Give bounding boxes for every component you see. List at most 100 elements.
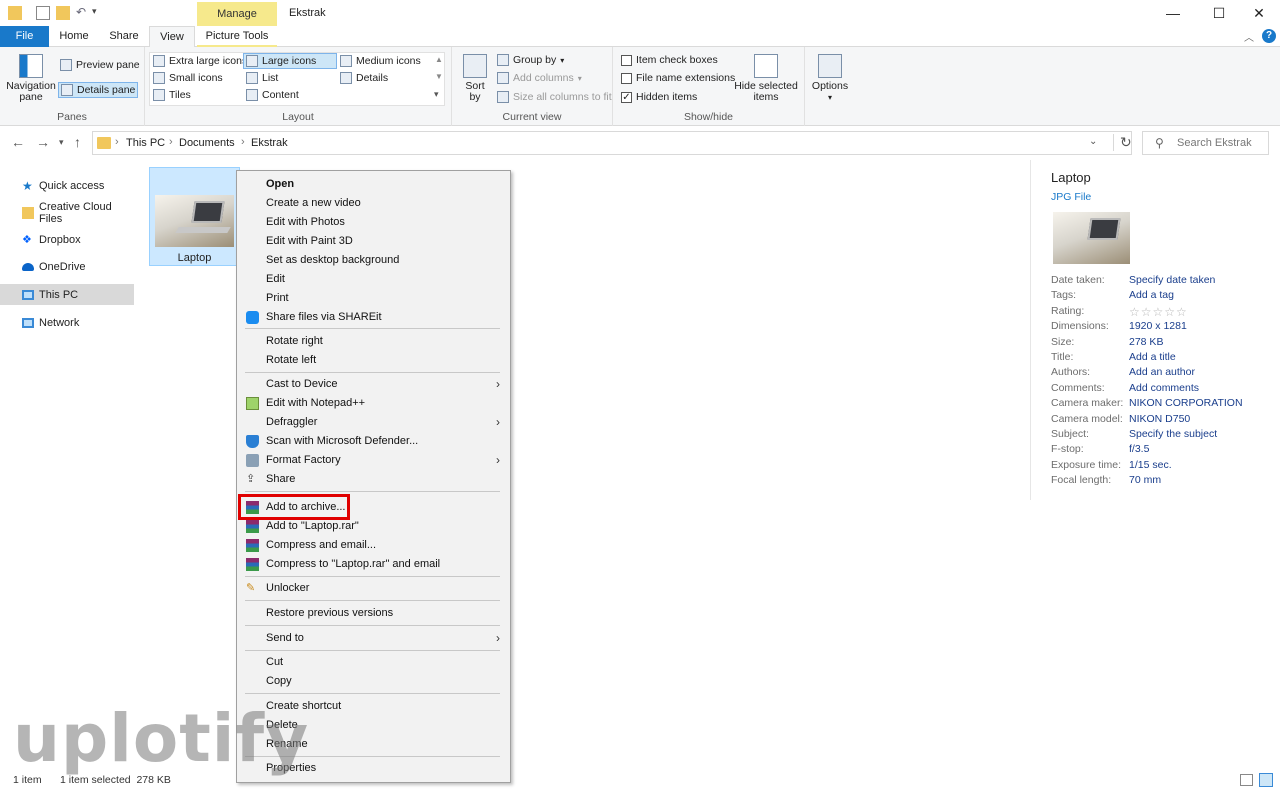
property-value[interactable]: Add a tag [1129, 289, 1174, 301]
layout-details[interactable]: Details [340, 72, 388, 84]
menu-item-compress-email[interactable]: Compress and email... [237, 536, 510, 555]
property-value[interactable]: ☆☆☆☆☆ [1129, 305, 1188, 319]
menu-item-share[interactable]: ⇪ Share [237, 470, 510, 489]
menu-item-send-to[interactable]: Send to › [237, 629, 510, 648]
details-view-icon[interactable] [1240, 774, 1253, 786]
size-columns-button[interactable]: Size all columns to fit [497, 91, 612, 103]
property-value[interactable]: f/3.5 [1129, 443, 1149, 455]
file-name-extensions-toggle[interactable]: File name extensions [621, 72, 735, 84]
property-value[interactable]: NIKON D750 [1129, 413, 1190, 425]
sidebar-item-this-pc[interactable]: This PC [0, 284, 134, 305]
refresh-icon[interactable]: ↻ [1113, 134, 1132, 151]
minimize-button[interactable]: — [1150, 0, 1196, 26]
menu-item-unlocker[interactable]: ✎ Unlocker [237, 579, 510, 598]
menu-item-edit[interactable]: Edit [237, 270, 510, 289]
search-input[interactable]: ⚲ Search Ekstrak [1142, 131, 1269, 155]
up-arrow-icon[interactable]: ↑ [74, 134, 81, 150]
menu-item-shareit[interactable]: Share files via SHAREit [237, 308, 510, 327]
new-folder-icon[interactable] [56, 6, 70, 20]
tab-home[interactable]: Home [52, 26, 96, 47]
tab-file[interactable]: File [0, 26, 49, 47]
undo-icon[interactable]: ↶ [76, 6, 90, 20]
menu-item-create-video[interactable]: Create a new video [237, 194, 510, 213]
menu-item-defender[interactable]: Scan with Microsoft Defender... [237, 432, 510, 451]
property-value[interactable]: Specify the subject [1129, 428, 1217, 440]
close-button[interactable]: ✕ [1236, 0, 1280, 26]
checkbox-unchecked-icon[interactable] [621, 54, 632, 66]
preview-pane-button[interactable]: Preview pane [60, 59, 140, 71]
menu-item-notepadpp[interactable]: Edit with Notepad++ [237, 394, 510, 413]
tab-picture-tools[interactable]: Picture Tools [197, 26, 277, 47]
menu-item-edit-paint3d[interactable]: Edit with Paint 3D [237, 232, 510, 251]
property-value[interactable]: Add an author [1129, 366, 1195, 378]
menu-item-rotate-left[interactable]: Rotate left [237, 351, 510, 370]
property-value[interactable]: Specify date taken [1129, 274, 1215, 286]
layout-scroll-up-icon[interactable]: ▲ [435, 55, 443, 64]
file-tile-laptop[interactable]: Laptop [149, 167, 240, 266]
hide-selected-items-button[interactable]: Hide selected items [734, 54, 798, 103]
back-arrow-icon[interactable]: ← [11, 134, 25, 150]
property-value[interactable]: 278 KB [1129, 336, 1163, 348]
layout-scroll-down-icon[interactable]: ▼ [435, 72, 443, 81]
collapse-ribbon-icon[interactable]: ︿ [1244, 29, 1254, 44]
layout-medium-icons[interactable]: Medium icons [340, 55, 421, 67]
layout-tiles[interactable]: Tiles [153, 89, 191, 101]
details-pane-button[interactable]: Details pane [58, 82, 139, 98]
breadcrumb-documents[interactable]: Documents [179, 137, 235, 149]
sidebar-item-quick-access[interactable]: ★ Quick access [0, 175, 134, 196]
menu-item-print[interactable]: Print [237, 289, 510, 308]
property-value[interactable]: 1/15 sec. [1129, 459, 1172, 471]
menu-item-label: Restore previous versions [266, 607, 394, 619]
property-value[interactable]: Add comments [1129, 382, 1199, 394]
menu-item-copy[interactable]: Copy [237, 672, 510, 691]
layout-small-icons[interactable]: Small icons [153, 72, 223, 84]
address-bar[interactable]: › This PC › Documents › Ekstrak ⌄ ↻ [92, 131, 1132, 155]
checkbox-unchecked-icon[interactable] [621, 72, 632, 84]
sort-by-button[interactable]: Sort by [460, 54, 490, 103]
sidebar-item-dropbox[interactable]: ❖ Dropbox [0, 229, 134, 250]
options-button[interactable]: Options ▾ [808, 54, 852, 103]
tab-share[interactable]: Share [102, 26, 146, 47]
menu-item-defraggler[interactable]: Defraggler › [237, 413, 510, 432]
menu-item-edit-photos[interactable]: Edit with Photos [237, 213, 510, 232]
manage-tab[interactable]: Manage [197, 2, 277, 26]
menu-item-restore-versions[interactable]: Restore previous versions [237, 604, 510, 623]
property-value[interactable]: Add a title [1129, 351, 1176, 363]
property-value[interactable]: NIKON CORPORATION [1129, 397, 1243, 409]
layout-expand-icon[interactable]: ▾ [434, 89, 439, 100]
recent-locations-icon[interactable]: ▾ [59, 137, 64, 148]
sidebar-item-network[interactable]: Network [0, 312, 134, 333]
group-by-button[interactable]: Group by ▾ [497, 54, 564, 66]
sidebar-item-onedrive[interactable]: OneDrive [0, 256, 134, 277]
breadcrumb-this-pc[interactable]: This PC [126, 137, 165, 149]
menu-item-rotate-right[interactable]: Rotate right [237, 332, 510, 351]
properties-icon[interactable] [36, 6, 50, 20]
menu-item-open[interactable]: Open [237, 175, 510, 194]
menu-item-compress-rar-email[interactable]: Compress to "Laptop.rar" and email [237, 555, 510, 574]
menu-item-cut[interactable]: Cut [237, 653, 510, 672]
help-icon[interactable]: ? [1262, 29, 1276, 43]
menu-item-format-factory[interactable]: Format Factory › [237, 451, 510, 470]
customize-toolbar-icon[interactable]: ▾ [92, 6, 106, 20]
add-columns-button[interactable]: Add columns ▾ [497, 72, 582, 84]
menu-item-cast-to-device[interactable]: Cast to Device › [237, 375, 510, 394]
checkbox-checked-icon[interactable]: ✓ [621, 91, 632, 103]
item-check-boxes-toggle[interactable]: Item check boxes [621, 54, 718, 66]
breadcrumb-ekstrak[interactable]: Ekstrak [251, 137, 288, 149]
navigation-pane-button[interactable]: Navigation pane [6, 54, 56, 103]
layout-list[interactable]: List [246, 72, 278, 84]
tab-view[interactable]: View [149, 26, 195, 48]
menu-item-set-desktop-background[interactable]: Set as desktop background [237, 251, 510, 270]
chevron-down-icon[interactable]: ⌄ [1089, 136, 1097, 147]
layout-extra-large-icons[interactable]: Extra large icons [153, 55, 247, 67]
sidebar-item-creative-cloud[interactable]: Creative Cloud Files [0, 201, 134, 225]
hidden-items-toggle[interactable]: ✓ Hidden items [621, 91, 697, 103]
forward-arrow-icon[interactable]: → [36, 134, 50, 150]
property-value[interactable]: 1920 x 1281 [1129, 320, 1187, 332]
sort-by-icon [463, 54, 487, 78]
cloud-icon [22, 262, 34, 271]
layout-large-icons[interactable]: Large icons [243, 53, 337, 69]
property-value[interactable]: 70 mm [1129, 474, 1161, 486]
layout-content[interactable]: Content [246, 89, 299, 101]
large-icons-view-icon[interactable] [1259, 773, 1273, 787]
